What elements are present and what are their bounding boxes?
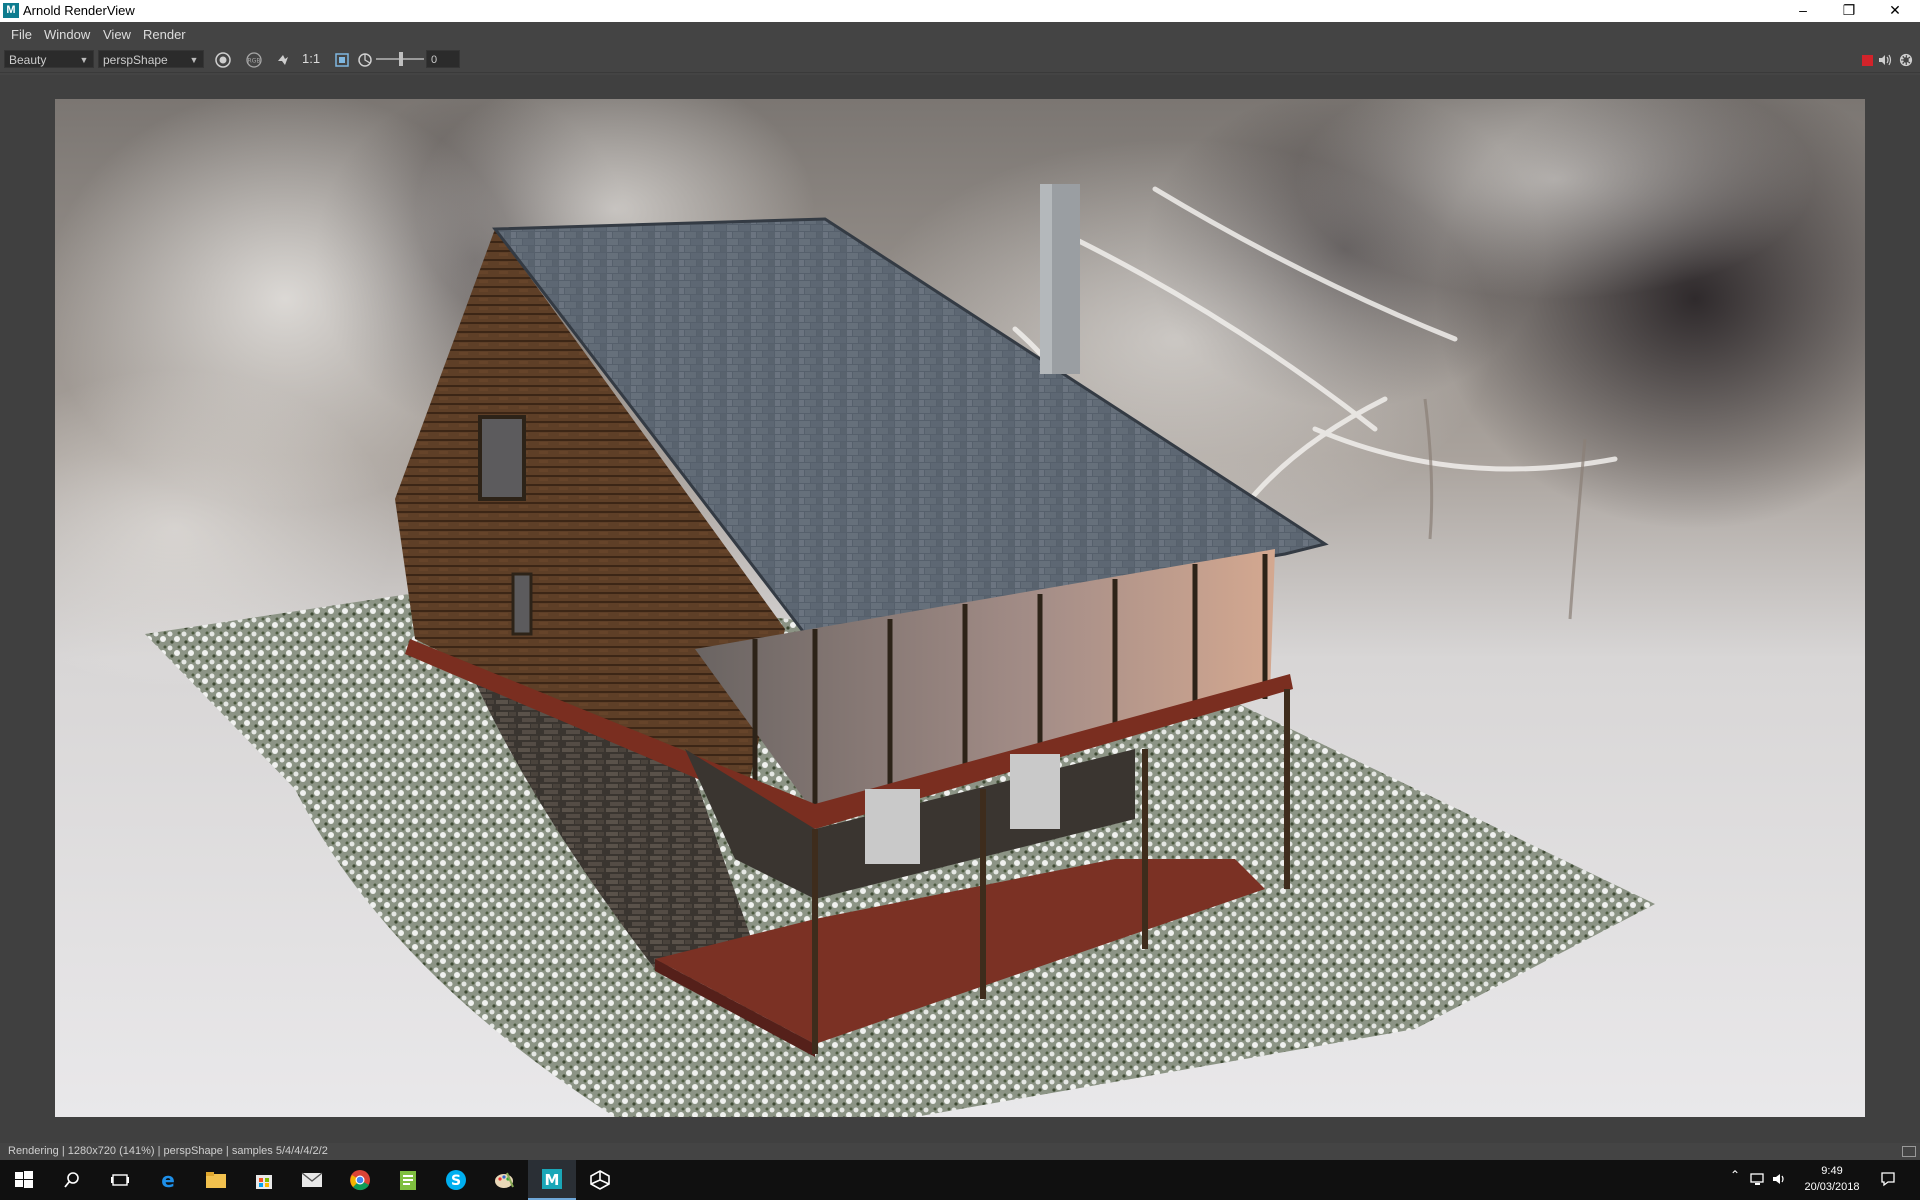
exposure-slider-handle[interactable] (399, 52, 403, 66)
skype-icon[interactable]: S (432, 1160, 480, 1200)
chevron-down-icon: ▼ (79, 55, 89, 65)
channel-switch-icon[interactable] (274, 51, 292, 69)
svg-text:M: M (545, 1171, 560, 1189)
unity-icon[interactable] (576, 1160, 624, 1200)
crop-region-icon[interactable] (333, 51, 351, 69)
toolbar: Beauty ▼ perspShape ▼ RGB 1:1 0 (0, 46, 1920, 73)
windows-taskbar: e S M ⌃ 9:49 20/03/2018 (0, 1160, 1920, 1200)
status-bar: Rendering | 1280x720 (141%) | perspShape… (0, 1143, 1920, 1159)
exposure-input[interactable]: 0 (426, 50, 460, 68)
minimize-icon[interactable]: – (1780, 0, 1826, 22)
svg-text:RGB: RGB (248, 58, 261, 65)
close-icon[interactable]: ✕ (1872, 0, 1918, 22)
snapshot-icon[interactable] (1902, 1146, 1916, 1157)
rgb-channels-icon[interactable]: RGB (245, 51, 263, 69)
maya-app-icon: M (3, 3, 19, 18)
file-explorer-icon[interactable] (192, 1160, 240, 1200)
exposure-icon (356, 51, 374, 69)
chevron-up-icon[interactable]: ⌃ (1730, 1168, 1740, 1182)
audio-icon[interactable] (1876, 51, 1894, 69)
maya-icon[interactable]: M (528, 1160, 576, 1200)
render-image[interactable] (55, 99, 1865, 1117)
gear-icon[interactable] (1897, 51, 1915, 69)
menu-file[interactable]: File (11, 27, 32, 42)
window-title: Arnold RenderView (23, 3, 135, 18)
menu-view[interactable]: View (103, 27, 131, 42)
store-icon[interactable] (240, 1160, 288, 1200)
menu-bar: File Window View Render (0, 22, 1920, 46)
mail-icon[interactable] (288, 1160, 336, 1200)
menu-window[interactable]: Window (44, 27, 90, 42)
aov-value: Beauty (9, 53, 47, 67)
display-settings-icon[interactable] (214, 51, 232, 69)
network-icon[interactable] (1750, 1172, 1766, 1191)
render-status-text: Rendering | 1280x720 (141%) | perspShape… (8, 1145, 328, 1157)
notification-icon[interactable] (1880, 1171, 1896, 1192)
windows-start-icon[interactable] (0, 1160, 48, 1200)
edge-icon[interactable]: e (144, 1160, 192, 1200)
svg-text:e: e (161, 1169, 175, 1191)
clock-date: 20/03/2018 (1804, 1181, 1860, 1193)
stop-render-icon[interactable] (1862, 55, 1873, 66)
zoom-one-to-one-button[interactable]: 1:1 (302, 51, 320, 66)
task-view-icon[interactable] (96, 1160, 144, 1200)
menu-render[interactable]: Render (143, 27, 186, 42)
aov-dropdown[interactable]: Beauty ▼ (4, 50, 94, 68)
volume-icon[interactable] (1772, 1172, 1788, 1191)
render-viewport[interactable] (0, 75, 1920, 1143)
notepad-icon[interactable] (384, 1160, 432, 1200)
paint-icon[interactable] (480, 1160, 528, 1200)
svg-text:S: S (451, 1173, 461, 1189)
chevron-down-icon: ▼ (189, 55, 199, 65)
camera-dropdown[interactable]: perspShape ▼ (98, 50, 204, 68)
search-icon[interactable] (48, 1160, 96, 1200)
restore-icon[interactable]: ❐ (1826, 0, 1872, 22)
chrome-icon[interactable] (336, 1160, 384, 1200)
camera-value: perspShape (103, 53, 168, 67)
taskbar-clock[interactable]: 9:49 20/03/2018 (1792, 1163, 1872, 1195)
title-bar: M Arnold RenderView – ❐ ✕ (0, 0, 1920, 22)
clock-time: 9:49 (1821, 1165, 1843, 1177)
